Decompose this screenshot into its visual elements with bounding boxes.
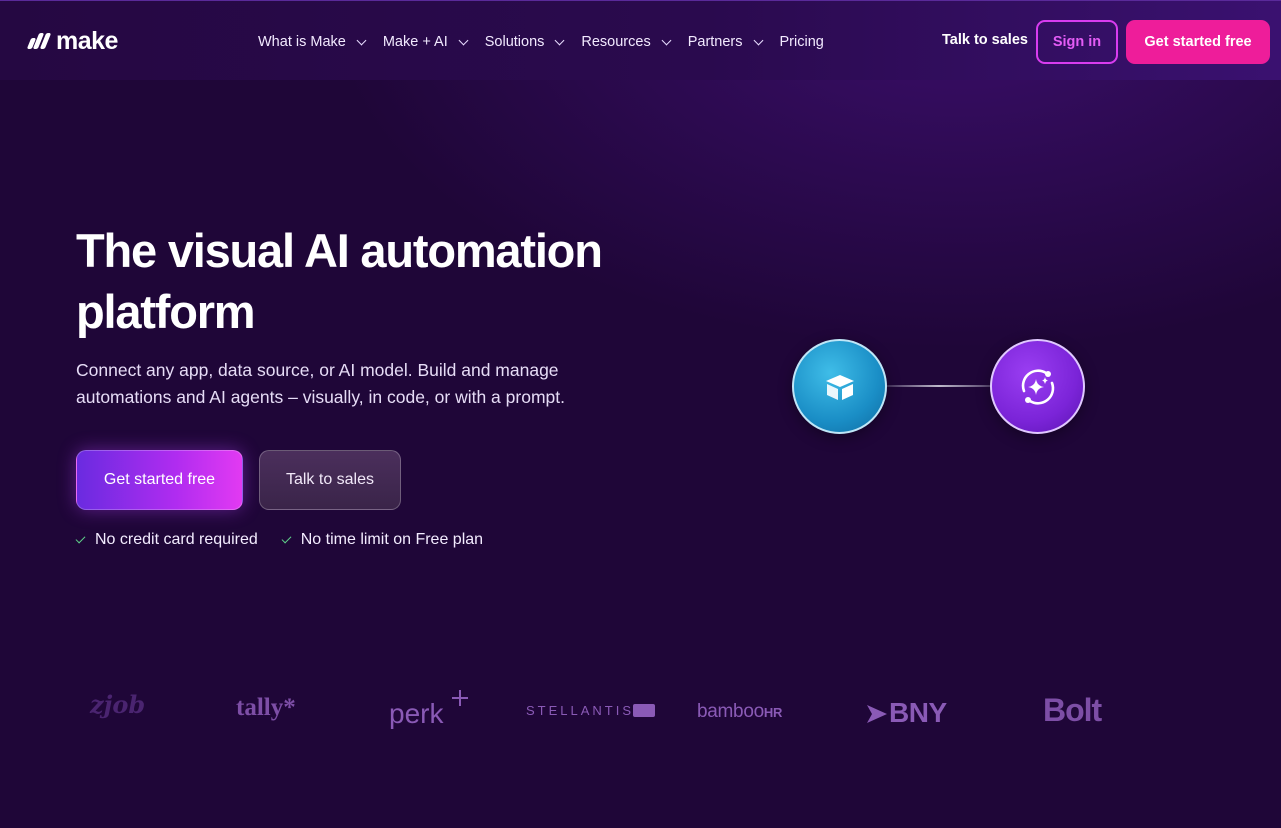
check-icon bbox=[281, 533, 292, 544]
nav-item-pricing[interactable]: Pricing bbox=[780, 34, 824, 50]
hero-title: The visual AI automation platform bbox=[76, 224, 603, 338]
nav-item-partners[interactable]: Partners bbox=[687, 34, 763, 50]
nav-item-solutions[interactable]: Solutions bbox=[484, 34, 565, 50]
bamboo-main-text: bamboo bbox=[697, 701, 764, 722]
ai-sparkle-icon bbox=[1021, 368, 1054, 405]
get-started-header-button[interactable]: Get started free bbox=[1126, 20, 1270, 64]
page: make What is Make Make + AI Solutions Re… bbox=[0, 0, 1281, 828]
logo-perk: perk bbox=[389, 698, 444, 729]
perk-label: No credit card required bbox=[95, 531, 258, 548]
node-connector bbox=[886, 385, 992, 387]
nav-item-make-ai[interactable]: Make + AI bbox=[382, 34, 469, 50]
make-logo-mark-icon bbox=[26, 31, 52, 51]
perk-plus-icon bbox=[452, 690, 468, 706]
stellantis-mark-icon bbox=[633, 704, 655, 717]
logo-zjob: zjob bbox=[90, 690, 146, 719]
nav-item-resources[interactable]: Resources bbox=[581, 34, 672, 50]
nav-item-label: Solutions bbox=[484, 34, 545, 50]
logo-bolt: Bolt bbox=[1043, 692, 1102, 728]
box-icon bbox=[825, 374, 854, 400]
logo-stellantis: STELLANTIS bbox=[526, 703, 635, 718]
main-nav: What is Make Make + AI Solutions Resourc… bbox=[258, 31, 842, 53]
perks-list: No credit card required No time limit on… bbox=[75, 531, 484, 549]
logo-bny: BNY bbox=[867, 697, 947, 729]
nav-item-what-is-make[interactable]: What is Make bbox=[258, 34, 367, 50]
get-started-button[interactable]: Get started free bbox=[76, 450, 243, 510]
logo-tally: tally* bbox=[236, 694, 296, 721]
talk-to-sales-button[interactable]: Talk to sales bbox=[259, 450, 401, 510]
chevron-down-icon bbox=[661, 35, 672, 45]
chevron-down-icon bbox=[554, 35, 565, 45]
logo-bamboohr: bambooHR bbox=[697, 701, 782, 723]
app-node-box bbox=[792, 339, 887, 434]
nav-item-label: Make + AI bbox=[382, 34, 448, 50]
site-header: make What is Make Make + AI Solutions Re… bbox=[0, 0, 1281, 80]
sign-in-button[interactable]: Sign in bbox=[1036, 20, 1118, 64]
bny-text: BNY bbox=[889, 697, 947, 728]
bny-arrow-icon bbox=[867, 705, 887, 723]
hero-subtitle: Connect any app, data source, or AI mode… bbox=[76, 360, 565, 407]
chevron-down-icon bbox=[356, 35, 367, 45]
perk-item: No credit card required bbox=[75, 531, 258, 549]
nav-item-label: Resources bbox=[581, 34, 651, 50]
perk-label: No time limit on Free plan bbox=[300, 531, 484, 548]
chevron-down-icon bbox=[753, 35, 763, 45]
nav-item-label: Partners bbox=[687, 34, 743, 50]
talk-to-sales-link[interactable]: Talk to sales bbox=[942, 32, 1028, 48]
nav-item-label: What is Make bbox=[258, 34, 346, 50]
chevron-down-icon bbox=[458, 35, 469, 45]
check-icon bbox=[75, 533, 86, 544]
bamboo-suffix-text: HR bbox=[763, 705, 783, 720]
nav-item-label: Pricing bbox=[779, 34, 824, 50]
perk-item: No time limit on Free plan bbox=[281, 531, 484, 549]
ai-node bbox=[990, 339, 1085, 434]
logo-text: make bbox=[56, 27, 118, 55]
make-logo[interactable]: make bbox=[26, 27, 118, 55]
